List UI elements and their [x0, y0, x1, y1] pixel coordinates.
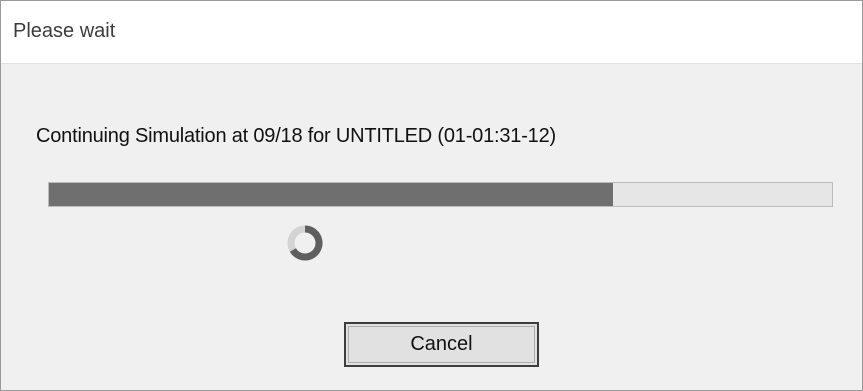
cancel-button[interactable]: Cancel — [344, 322, 539, 367]
cancel-button-label: Cancel — [348, 326, 535, 363]
progress-bar — [48, 182, 833, 207]
title-bar: Please wait — [1, 1, 862, 64]
status-message: Continuing Simulation at 09/18 for UNTIT… — [36, 125, 556, 147]
loading-spinner-icon — [284, 222, 326, 264]
window-title: Please wait — [13, 20, 116, 42]
please-wait-dialog: Please wait Continuing Simulation at 09/… — [0, 0, 863, 391]
progress-bar-fill — [49, 183, 613, 206]
